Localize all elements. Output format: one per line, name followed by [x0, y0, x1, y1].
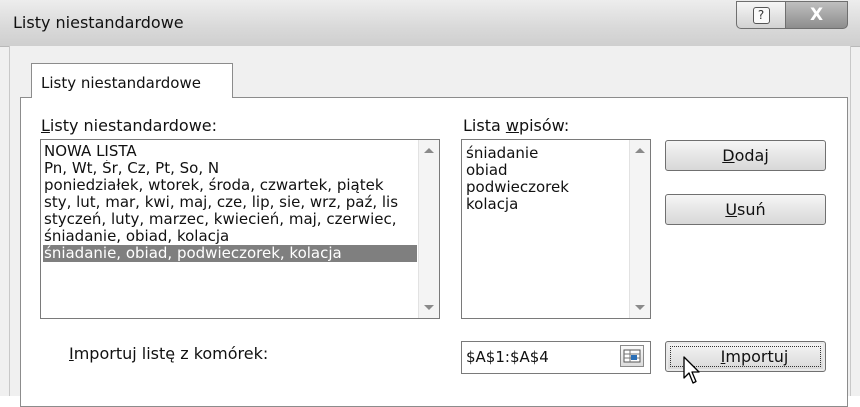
scroll-down-icon[interactable] [635, 305, 645, 310]
list-item[interactable]: Pn, Wt, Śr, Cz, Pt, So, N [43, 160, 417, 177]
list-item[interactable]: sty, lut, mar, kwi, maj, cze, lip, sie, … [43, 194, 417, 211]
entries-label: Lista wpisów: [463, 116, 570, 135]
entry-line: śniadanie [466, 145, 539, 162]
mouse-pointer-icon [683, 356, 700, 384]
scroll-down-icon[interactable] [424, 305, 434, 310]
range-picker-button[interactable] [620, 345, 644, 367]
custom-lists-scrollbar[interactable] [418, 140, 439, 318]
list-item-selected[interactable]: śniadanie, obiad, podwieczorek, kolacja [43, 245, 417, 262]
import-label: Importuj listę z komórek: [69, 344, 269, 363]
add-button[interactable]: Dodaj [665, 140, 826, 171]
delete-button[interactable]: Usuń [665, 194, 826, 225]
title-bar[interactable]: Listy niestandardowe ? X [0, 0, 860, 47]
close-button[interactable]: X [785, 1, 848, 29]
help-icon: ? [752, 6, 770, 24]
list-item[interactable]: poniedziałek, wtorek, środa, czwartek, p… [43, 177, 417, 194]
list-item[interactable]: NOWA LISTA [43, 143, 417, 160]
list-item[interactable]: styczeń, luty, marzec, kwiecień, maj, cz… [43, 211, 417, 228]
tab-label: Listy niestandardowe [41, 74, 201, 92]
close-icon: X [809, 4, 824, 25]
range-picker-icon [623, 349, 641, 363]
custom-lists-listbox[interactable]: NOWA LISTA Pn, Wt, Śr, Cz, Pt, So, N pon… [40, 139, 440, 319]
window-title: Listy niestandardowe [13, 13, 184, 32]
scroll-up-icon[interactable] [635, 148, 645, 153]
scroll-up-icon[interactable] [424, 148, 434, 153]
help-button[interactable]: ? [736, 1, 786, 29]
entries-scrollbar[interactable] [629, 140, 650, 318]
tab-custom-lists[interactable]: Listy niestandardowe [31, 63, 233, 98]
custom-lists-items: NOWA LISTA Pn, Wt, Śr, Cz, Pt, So, N pon… [43, 143, 417, 262]
list-item[interactable]: śniadanie, obiad, kolacja [43, 228, 417, 245]
entry-line: podwieczorek [466, 179, 569, 196]
entry-line: obiad [466, 162, 508, 179]
dialog-window: Listy niestandardowe ? X Listy niestanda… [0, 0, 860, 407]
entry-line: kolacja [466, 196, 519, 213]
entries-items: śniadanie obiad podwieczorek kolacja [465, 145, 628, 213]
custom-lists-label: Listy niestandardowe: [41, 116, 218, 135]
entries-textbox[interactable]: śniadanie obiad podwieczorek kolacja [461, 139, 651, 319]
